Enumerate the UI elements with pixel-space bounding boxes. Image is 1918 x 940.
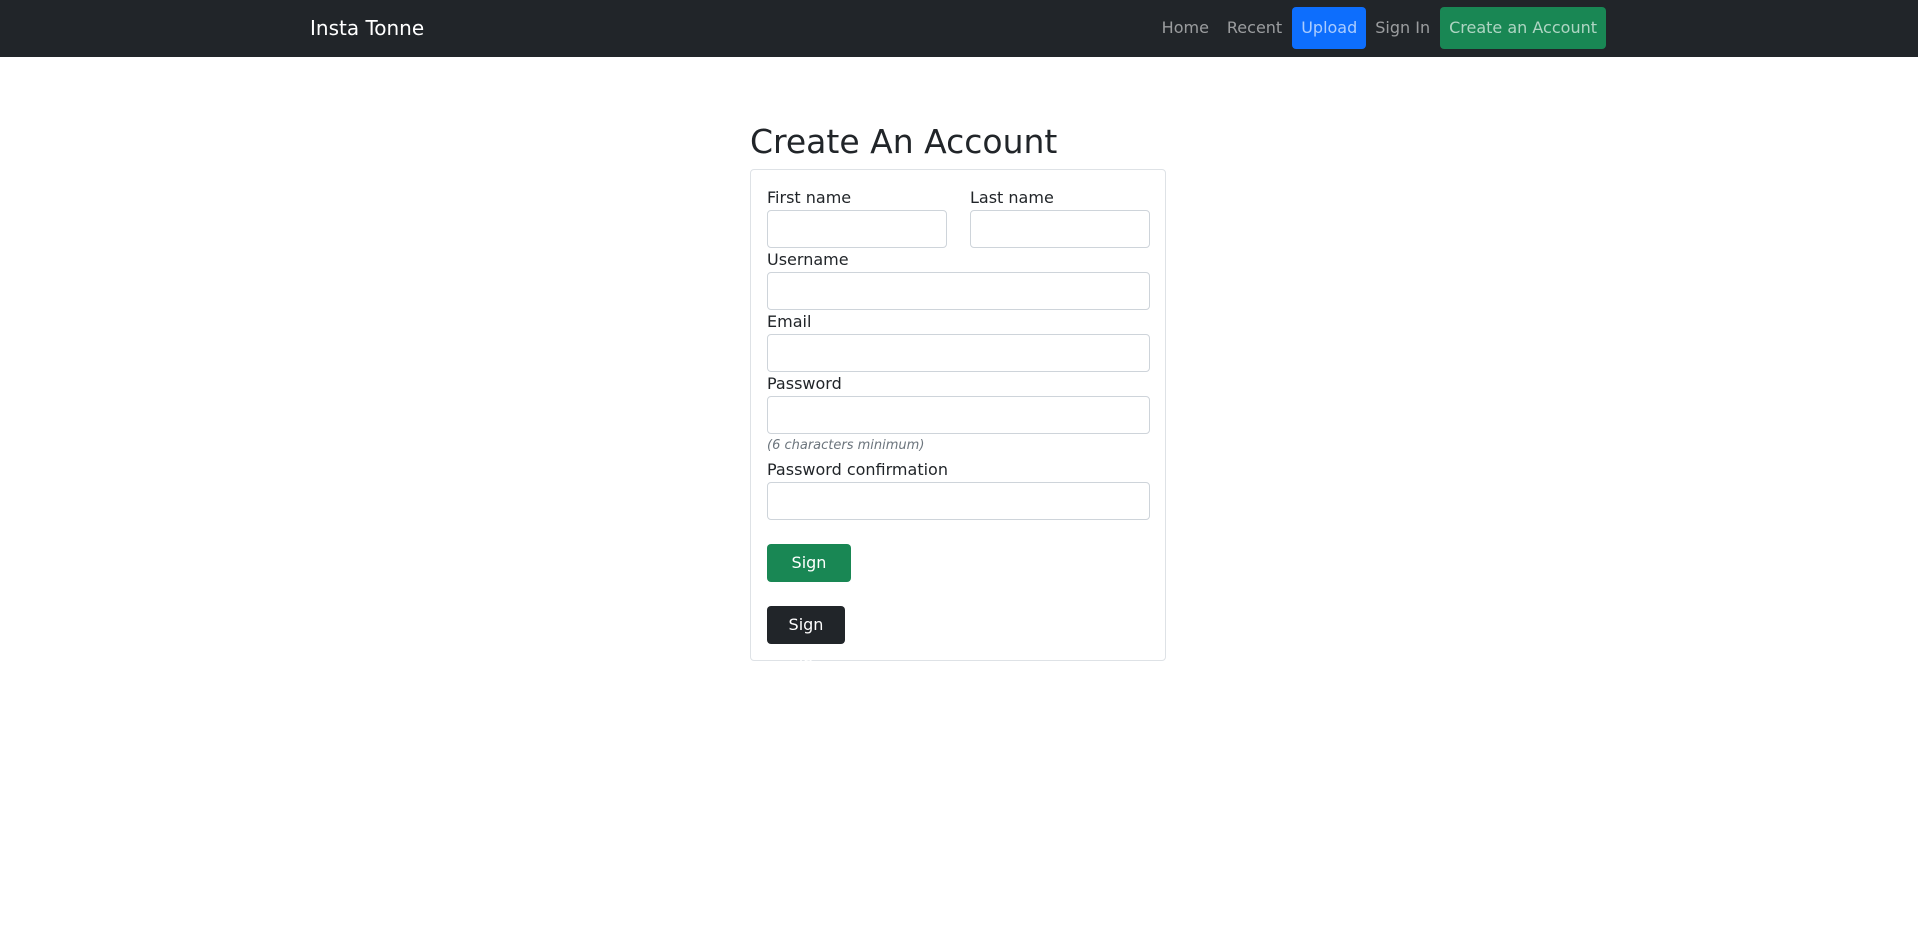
- last-name-input[interactable]: [970, 210, 1150, 248]
- email-label: Email: [767, 312, 812, 331]
- page-title: Create An Account: [750, 122, 1058, 161]
- nav-links: Home Recent Upload Sign In Create an Acc…: [1153, 7, 1606, 49]
- username-label: Username: [767, 250, 849, 269]
- nav-home-link[interactable]: Home: [1153, 7, 1218, 49]
- password-input[interactable]: [767, 396, 1150, 434]
- first-name-label: First name: [767, 188, 852, 207]
- nav-sign-in-link[interactable]: Sign In: [1366, 7, 1439, 49]
- first-name-input[interactable]: [767, 210, 947, 248]
- brand-link[interactable]: Insta Tonne: [310, 15, 424, 41]
- password-confirmation-label: Password confirmation: [767, 460, 948, 479]
- username-input[interactable]: [767, 272, 1150, 310]
- nav-create-account-button[interactable]: Create an Account: [1440, 7, 1606, 49]
- sign-up-button[interactable]: Sign up: [767, 544, 851, 610]
- sign-in-button[interactable]: Sign In: [767, 606, 845, 672]
- password-label: Password: [767, 374, 842, 393]
- signup-form-card: First name Last name Username Email Pass…: [750, 169, 1166, 672]
- nav-upload-button[interactable]: Upload: [1292, 7, 1367, 49]
- nav-recent-link[interactable]: Recent: [1218, 7, 1291, 49]
- password-confirmation-input[interactable]: [767, 482, 1150, 520]
- last-name-label: Last name: [970, 188, 1054, 207]
- password-hint: (6 characters minimum): [767, 438, 925, 453]
- top-navbar: Insta Tonne Home Recent Upload Sign In C…: [0, 0, 1918, 57]
- email-input[interactable]: [767, 334, 1150, 372]
